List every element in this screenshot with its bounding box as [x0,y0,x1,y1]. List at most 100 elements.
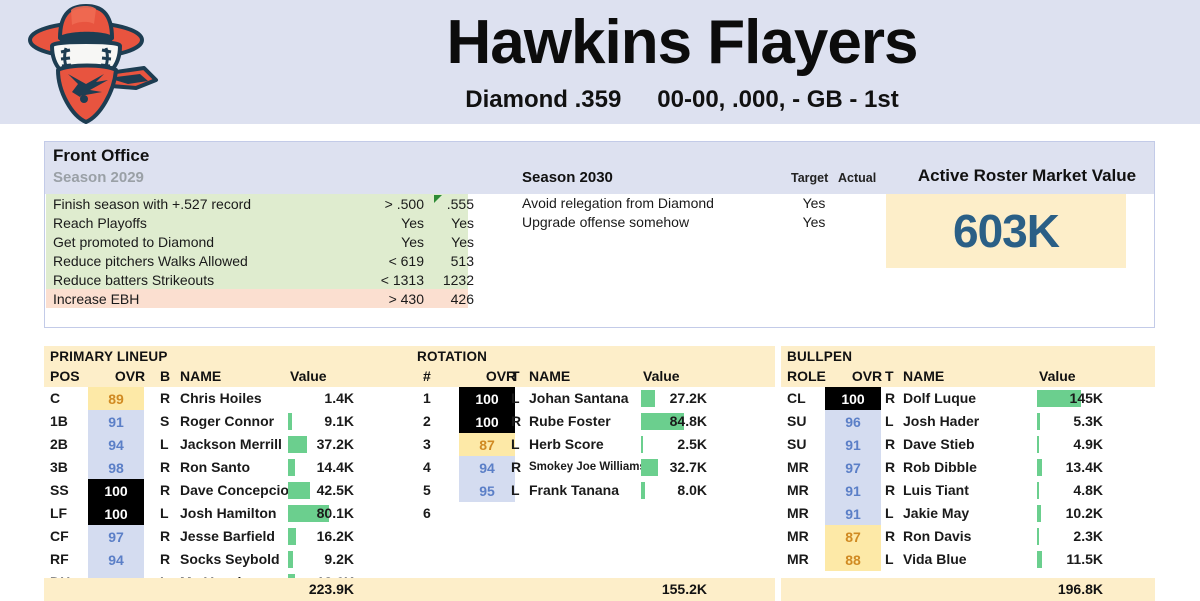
team-logo [16,4,164,124]
front-office-current-goal-row: Avoid relegation from Diamond Yes [522,194,902,213]
table-row[interactable]: SU 91 R Dave Stieb 4.9K [781,433,1155,456]
table-row[interactable]: 4 94 R Smokey Joe Williams 32.7K [411,456,775,479]
column-header-value: Value [1039,368,1076,384]
table-row[interactable]: C 89 R Chris Hoiles 1.4K [44,387,414,410]
goal-target-value: Yes [802,214,826,230]
player-position: CL [787,390,806,406]
player-market-value: 145K [1069,390,1103,406]
player-position: C [50,390,61,406]
table-row[interactable]: 3B 98 R Ron Santo 14.4K [44,456,414,479]
section-title-bullpen: BULLPEN [781,346,1155,366]
player-handedness: R [160,390,171,406]
player-market-value: 4.9K [1073,436,1103,452]
table-row[interactable]: 1B 91 S Roger Connor 9.1K [44,410,414,433]
table-row[interactable]: 2B 94 L Jackson Merrill 37.2K [44,433,414,456]
player-name[interactable]: Josh Hamilton [180,505,276,521]
roster-area: PRIMARY LINEUP POS OVR B NAME Value C 89 R Chris … [0,346,1200,601]
player-name[interactable]: Dave Stieb [903,436,975,452]
player-name[interactable]: Herb Score [529,436,604,452]
column-header-hand: T [511,368,520,384]
goal-label: Increase EBH [53,290,140,307]
player-name[interactable]: Josh Hader [903,413,979,429]
table-row[interactable]: SU 96 L Josh Hader 5.3K [781,410,1155,433]
player-overall-rating: 97 [825,456,881,479]
player-name[interactable]: Rube Foster [529,413,611,429]
player-name[interactable]: Frank Tanana [529,482,619,498]
section-title-lineup: PRIMARY LINEUP [44,346,414,366]
actual-column-header: Actual [838,171,877,185]
player-position: MR [787,459,809,475]
player-position: CF [50,528,69,544]
player-overall-rating: 100 [459,387,515,410]
front-office-goal-row: Finish season with +.527 record > .500 .55… [46,194,474,213]
previous-season-label: Season 2029 [53,169,144,186]
player-overall-rating: 100 [88,502,144,525]
goal-label: Upgrade offense somehow [522,214,690,230]
player-name[interactable]: Luis Tiant [903,482,969,498]
player-name[interactable]: Rob Dibble [903,459,977,475]
player-handedness: L [160,505,169,521]
player-name[interactable]: Dave Concepcion [180,482,297,498]
table-row[interactable]: 3 87 L Herb Score 2.5K [411,433,775,456]
player-overall-rating: 91 [825,502,881,525]
table-row[interactable]: MR 91 R Luis Tiant 4.8K [781,479,1155,502]
column-header-name: NAME [529,368,571,384]
player-name[interactable]: Ron Davis [903,528,971,544]
table-row[interactable]: MR 97 R Rob Dibble 13.4K [781,456,1155,479]
table-row[interactable]: MR 87 R Ron Davis 2.3K [781,525,1155,548]
player-name[interactable]: Chris Hoiles [180,390,262,406]
table-row[interactable]: CF 97 R Jesse Barfield 16.2K [44,525,414,548]
player-position: MR [787,482,809,498]
table-row[interactable]: 2 100 R Rube Foster 84.8K [411,410,775,433]
player-overall-rating: 91 [88,410,144,433]
table-row[interactable]: MR 91 L Jakie May 10.2K [781,502,1155,525]
front-office-current-goal-row: Upgrade offense somehow Yes [522,213,902,232]
player-overall-rating: 91 [825,433,881,456]
table-filler [781,571,1155,578]
player-overall-rating: 89 [88,387,144,410]
table-row[interactable]: RF 94 R Socks Seybold 9.2K [44,548,414,571]
page-header: Hawkins Flayers Diamond .359 00-00, .000… [0,0,1200,124]
goal-target-value: Yes [401,214,424,231]
column-header-value: Value [290,368,327,384]
table-header-lineup: POS OVR B NAME Value [44,366,414,387]
section-total-value: 155.2K [661,581,707,597]
player-position: RF [50,551,69,567]
goal-actual-value: Yes [451,233,474,250]
player-name[interactable]: Roger Connor [180,413,274,429]
table-row[interactable]: 5 95 L Frank Tanana 8.0K [411,479,775,502]
player-name[interactable]: Jesse Barfield [180,528,275,544]
current-season-label: Season 2030 [522,169,613,186]
player-overall-rating: 88 [825,548,881,571]
player-overall-rating: 87 [459,433,515,456]
player-market-value: 8.0K [677,482,707,498]
player-name[interactable]: Dolf Luque [903,390,976,406]
player-overall-rating: 100 [459,410,515,433]
player-name[interactable]: Jakie May [903,505,969,521]
column-header-name: NAME [180,368,222,384]
player-handedness: L [511,436,520,452]
player-overall-rating: 94 [459,456,515,479]
player-name[interactable]: Jackson Merrill [180,436,282,452]
column-header-pos: ROLE [787,368,826,384]
table-row[interactable]: 6 [411,502,775,525]
table-header-rotation: # OVR T NAME Value [411,366,775,387]
player-handedness: L [885,413,894,429]
player-name[interactable]: Socks Seybold [180,551,280,567]
table-footer-lineup: 223.9K [44,578,414,601]
table-row[interactable]: CL 100 R Dolf Luque 145K [781,387,1155,410]
player-name[interactable]: Vida Blue [903,551,967,567]
table-row[interactable]: MR 88 L Vida Blue 11.5K [781,548,1155,571]
table-row[interactable]: SS 100 R Dave Concepcion 42.5K [44,479,414,502]
market-value-amount: 603K [953,205,1060,257]
table-row[interactable]: 1 100 L Johan Santana 27.2K [411,387,775,410]
front-office-goal-row: Reduce pitchers Walks Allowed < 619 513 [46,251,474,270]
player-handedness: L [511,482,520,498]
player-name[interactable]: Ron Santo [180,459,250,475]
player-market-value: 14.4K [316,459,354,475]
player-name[interactable]: Smokey Joe Williams [529,461,646,473]
player-handedness: L [885,505,894,521]
player-name[interactable]: Johan Santana [529,390,629,406]
player-position: 2B [50,436,68,452]
table-row[interactable]: LF 100 L Josh Hamilton 80.1K [44,502,414,525]
